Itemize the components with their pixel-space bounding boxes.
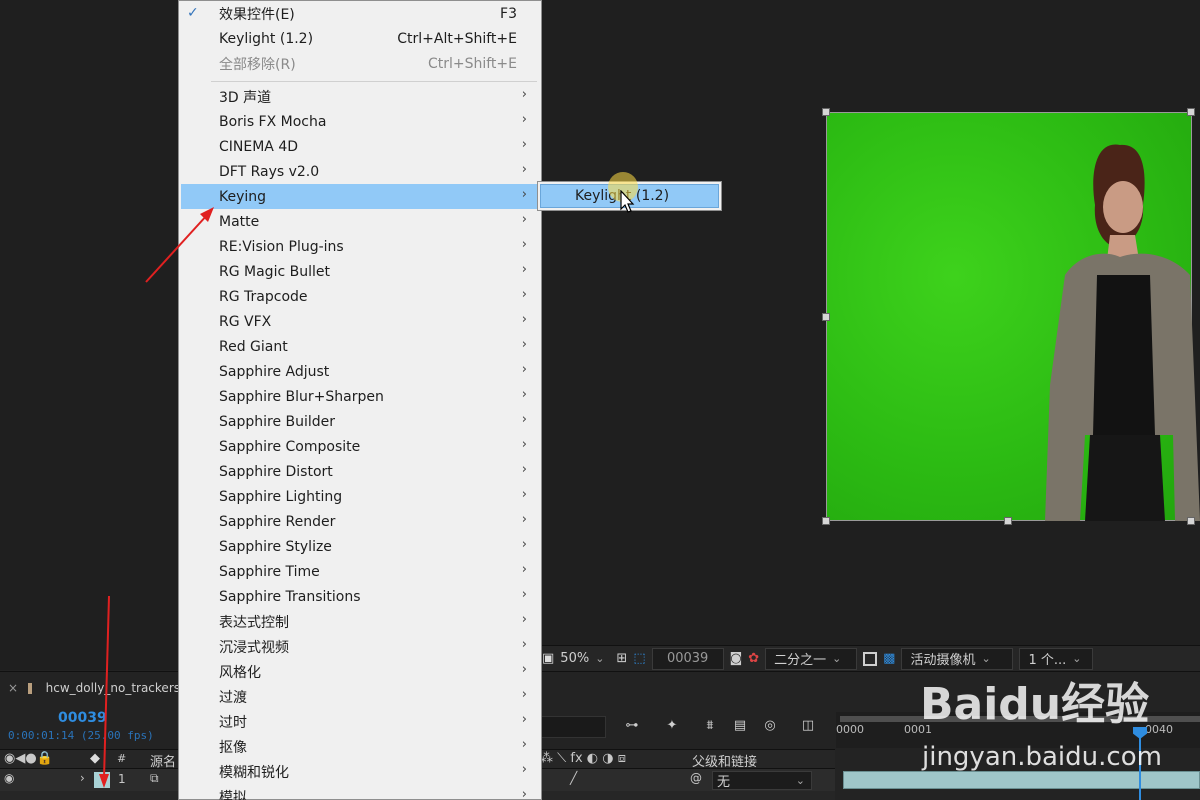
annotation-arrows	[99, 207, 214, 788]
